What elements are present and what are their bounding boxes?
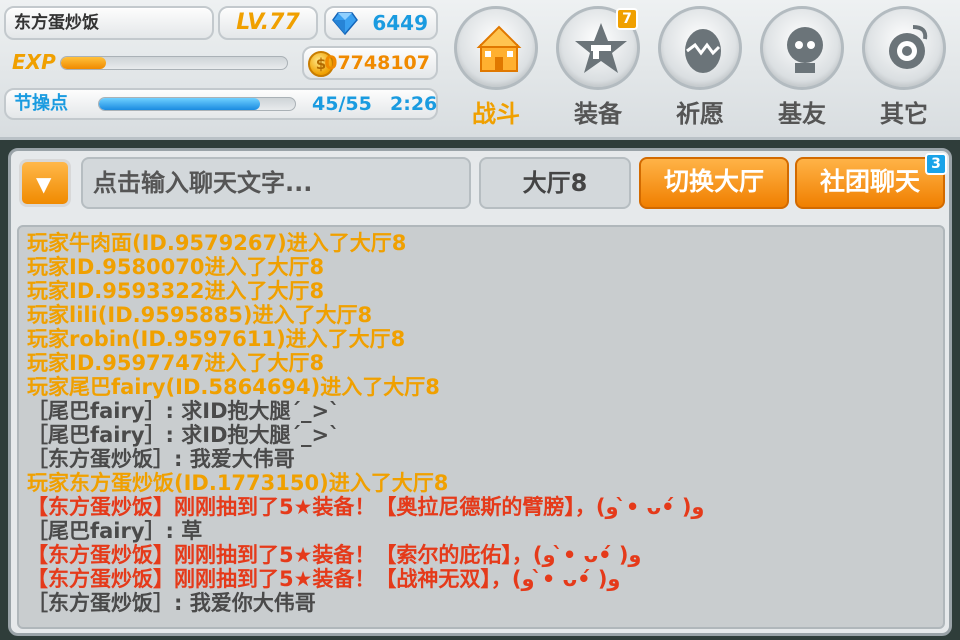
stamina-value: 45/55 [312,93,372,115]
nav-wish-button[interactable]: 祈愿 [656,6,744,134]
nav-battle-circle [454,6,538,90]
stamina-timer: 2:26 [390,93,438,115]
club-chat-badge: 3 [925,153,947,175]
club-chat-button[interactable]: 社团聊天 3 [795,153,947,209]
switch-hall-button[interactable]: 切换大厅 [639,157,789,209]
chat-message-system: 玩家牛肉面(ID.9579267)进入了大厅8 [27,231,407,255]
nav-battle-button[interactable]: 战斗 [452,6,540,134]
chat-message-system: 玩家尾巴fairy(ID.5864694)进入了大厅8 [27,375,440,399]
player-level: LV.77 [218,6,318,40]
friend-icon [787,27,823,73]
chat-message-gacha: 【东方蛋炒饭】刚刚抽到了5★装备！【索尔的庇佑】，(و •̀ ᴗ•́ )و [27,543,642,567]
nav-battle-label: 战斗 [472,100,520,128]
nav-friends-label: 基友 [778,100,826,128]
club-chat-label: 社团聊天 [819,167,920,196]
chat-message-gacha: 【东方蛋炒饭】刚刚抽到了5★装备！【奥拉尼德斯的臂膀】，(و •̀ ᴗ•́ )و [27,495,705,519]
exp-label: EXP [12,50,56,74]
nav-equipment-label: 装备 [574,100,622,128]
player-name: 东方蛋炒饭 [4,6,214,40]
diamond-icon [332,12,358,35]
nav-wish-label: 祈愿 [676,100,724,128]
nav-other-circle [862,6,946,90]
chat-dropdown-button[interactable]: ▼ [19,159,71,207]
chat-message-chat: ［东方蛋炒饭］: 我爱你大伟哥 [27,591,316,615]
exp-bar-fill [61,57,107,69]
chat-message-chat: ［尾巴fairy］: 求ID抱大腿´_>` [27,423,340,447]
gem-count: 6449 [372,11,428,35]
chat-message-system: 玩家ID.9597747进入了大厅8 [27,351,325,375]
chat-message-system: 玩家ID.9593322进入了大厅8 [27,279,325,303]
nav-equipment-button[interactable]: 7 装备 [554,6,642,134]
egg-icon [685,29,721,73]
chat-message-system: 玩家东方蛋炒饭(ID.1773150)进入了大厅8 [27,471,449,495]
nav-friends-button[interactable]: 基友 [758,6,846,134]
chat-message-list[interactable]: 玩家牛肉面(ID.9579267)进入了大厅8 玩家ID.9580070进入了大厅… [17,225,945,629]
nav-wish-circle [658,6,742,90]
coin-count: 07748107 [324,52,430,74]
chat-panel: ▼ 大厅8 切换大厅 社团聊天 3 玩家牛肉面(ID.9579267)进入了大厅… [8,148,952,636]
exp-bar [60,56,288,70]
nav-other-label: 其它 [880,100,928,128]
chat-message-system: 玩家lili(ID.9595885)进入了大厅8 [27,303,373,327]
nav-friends-circle [760,6,844,90]
stamina-label: 节操点 [14,93,68,114]
nav-other-button[interactable]: 其它 [860,6,948,134]
chat-input[interactable] [81,157,471,209]
chevron-down-icon: ▼ [36,172,52,196]
top-hud: 东方蛋炒饭 LV.77 6449 EXP $ 07748107 节操点 45/5… [0,0,960,140]
castle-icon [476,25,522,72]
chat-message-gacha: 【东方蛋炒饭】刚刚抽到了5★装备！【战神无双】，(و •̀ ᴗ•́ )و [27,567,621,591]
stamina-row: 节操点 45/55 2:26 [4,88,438,120]
gem-counter[interactable]: 6449 [324,6,438,40]
chat-message-system: 玩家robin(ID.9597611)进入了大厅8 [27,327,406,351]
coin-counter[interactable]: $ 07748107 [302,46,438,80]
chat-message-chat: ［尾巴fairy］: 求ID抱大腿´_>` [27,399,340,423]
current-hall: 大厅8 [479,157,631,209]
stamina-bar-fill [99,98,260,110]
chat-message-chat: ［尾巴fairy］: 草 [27,519,203,543]
chat-message-system: 玩家ID.9580070进入了大厅8 [27,255,325,279]
chat-message-chat: ［东方蛋炒饭］: 我爱大伟哥 [27,447,295,471]
equipment-badge: 7 [616,8,638,30]
stamina-bar [98,97,296,111]
settings-icon [889,25,928,69]
